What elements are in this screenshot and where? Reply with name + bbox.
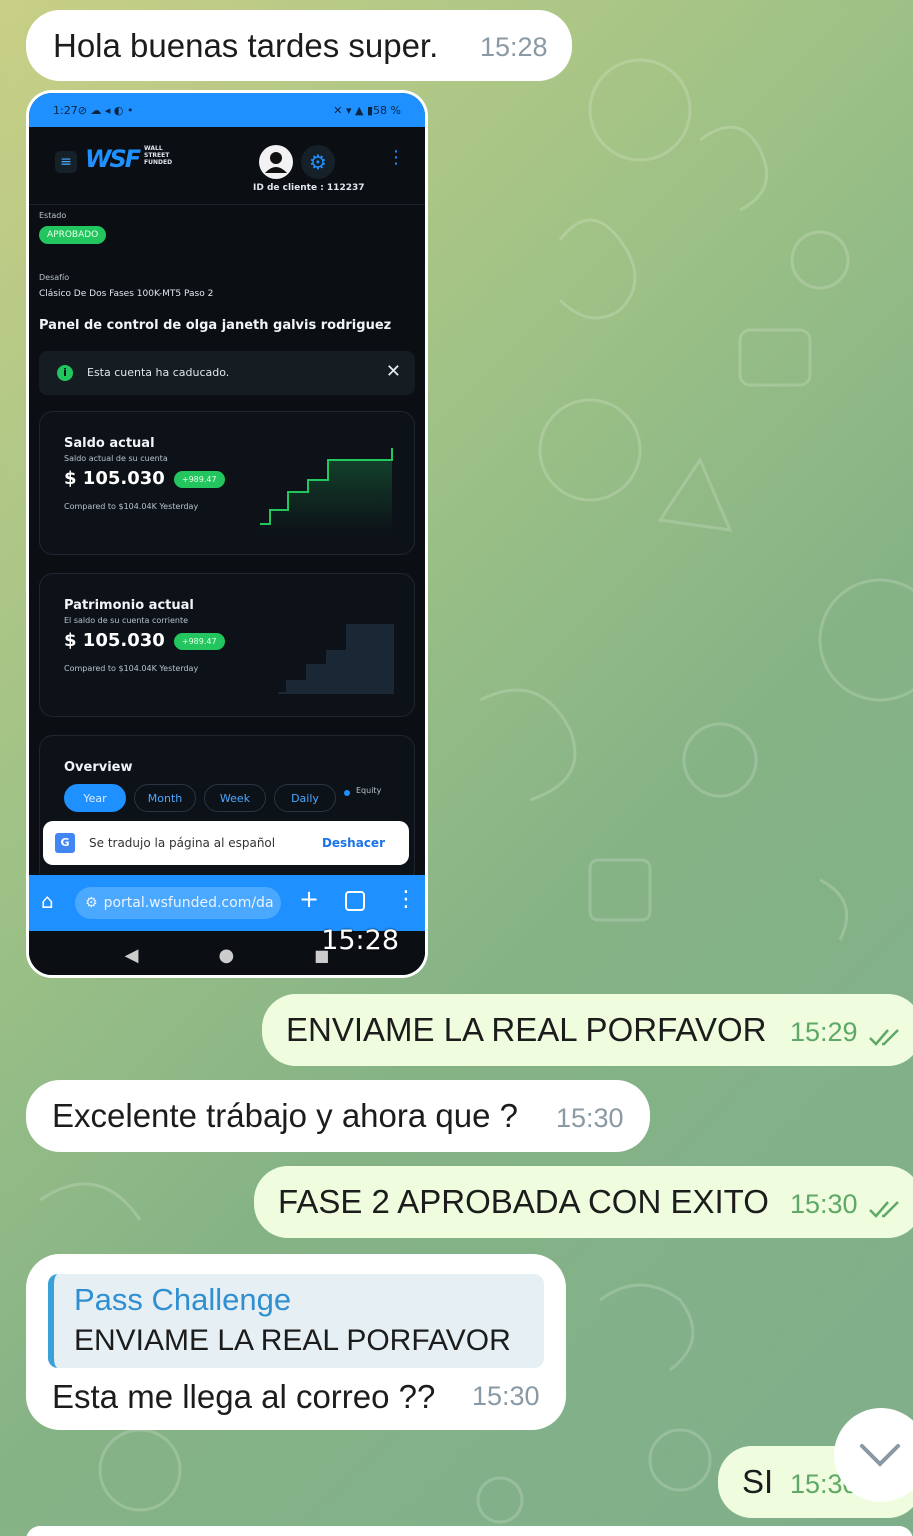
message-text: Excelente trábajo y ahora que ? <box>52 1097 518 1134</box>
balance-row: $ 105.030 +989.47 <box>64 468 225 489</box>
message-text: FASE 2 APROBADA CON EXITO <box>278 1183 769 1220</box>
message-time: 15:29 <box>790 1017 858 1047</box>
logo-tagline: WALL STREET FUNDED <box>144 145 173 166</box>
equity-amount: $ 105.030 <box>64 630 165 651</box>
incoming-message[interactable]: Hola buenas tardes super. 15:28 <box>26 10 572 81</box>
reply-text: ENVIAME LA REAL PORFAVOR <box>74 1324 511 1357</box>
tab-daily[interactable]: Daily <box>274 784 336 812</box>
wsf-logo: WSF <box>85 145 141 173</box>
user-avatar-icon[interactable] <box>259 145 293 179</box>
info-icon: i <box>57 365 73 381</box>
url-bar[interactable]: ⚙ portal.wsfunded.com/da <box>75 887 281 919</box>
home-nav-icon[interactable]: ● <box>219 945 235 966</box>
tab-week[interactable]: Week <box>204 784 266 812</box>
message-time: 15:28 <box>480 32 548 62</box>
legend-equity: Equity <box>356 786 382 795</box>
composer-bar-edge <box>26 1526 913 1536</box>
tab-month[interactable]: Month <box>134 784 196 812</box>
message-text: Esta me llega al correo ?? <box>52 1378 436 1415</box>
read-receipt-icon <box>869 1029 899 1046</box>
app-header: ≡ WSF WALL STREET FUNDED ⚙ ⋮ ID de clien… <box>29 127 425 205</box>
tabs-count-icon[interactable] <box>345 891 365 911</box>
more-options-icon[interactable]: ⋮ <box>387 147 405 168</box>
browser-toolbar: ⌂ ⚙ portal.wsfunded.com/da + ⋮ <box>29 875 425 931</box>
desafio-value: Clásico De Dos Fases 100K-MT5 Paso 2 <box>39 289 214 299</box>
back-icon[interactable]: ◀ <box>125 945 139 966</box>
range-tabs: Year Month Week Daily Equity <box>64 784 404 814</box>
equity-row: $ 105.030 +989.47 <box>64 630 225 651</box>
tab-year[interactable]: Year <box>64 784 126 812</box>
reply-author: Pass Challenge <box>74 1282 292 1317</box>
equity-card: Patrimonio actual El saldo de su cuenta … <box>39 573 415 717</box>
estado-label: Estado <box>39 211 67 220</box>
balance-sparkline <box>260 448 393 532</box>
reply-preview[interactable]: Pass Challenge ENVIAME LA REAL PORFAVOR <box>48 1274 544 1368</box>
balance-compare: Compared to $104.04K Yesterday <box>64 502 199 511</box>
browser-menu-icon[interactable]: ⋮ <box>395 887 417 912</box>
message-text: ENVIAME LA REAL PORFAVOR <box>286 1011 767 1048</box>
read-receipt-icon <box>869 1201 899 1218</box>
home-icon[interactable]: ⌂ <box>41 889 54 913</box>
equity-title: Patrimonio actual <box>64 598 194 613</box>
signal-icons: ✕ ▾ ▲ ▮ <box>333 103 374 117</box>
expired-alert: i Esta cuenta ha caducado. ✕ <box>39 351 415 395</box>
photo-message[interactable]: 1:27 ⊘ ☁ ◂ ◐ • ✕ ▾ ▲ ▮ 58 % ≡ WSF WALL S… <box>26 90 428 978</box>
translate-text: Se tradujo la página al español <box>89 836 276 850</box>
battery-level: 58 % <box>373 103 401 117</box>
scroll-down-button[interactable] <box>834 1408 913 1502</box>
equity-delta: +989.47 <box>173 633 225 650</box>
balance-delta: +989.47 <box>173 471 225 488</box>
settings-gear-icon[interactable]: ⚙ <box>301 145 335 179</box>
hamburger-menu-icon[interactable]: ≡ <box>55 151 77 173</box>
client-id: ID de cliente : 112237 <box>253 183 365 193</box>
message-time: 15:30 <box>790 1189 858 1219</box>
photo-time: 15:28 <box>321 925 399 956</box>
alert-text: Esta cuenta ha caducado. <box>87 366 230 379</box>
site-settings-icon: ⚙ <box>85 895 98 911</box>
status-icons: ⊘ ☁ ◂ ◐ • <box>77 103 134 117</box>
message-time: 15:30 <box>472 1381 540 1411</box>
overview-title: Overview <box>64 760 133 775</box>
outgoing-message[interactable]: FASE 2 APROBADA CON EXITO 15:30 <box>254 1166 913 1238</box>
equity-sparkline <box>278 624 394 694</box>
equity-subtitle: El saldo de su cuenta corriente <box>64 616 188 625</box>
chevron-down-icon <box>860 1444 900 1467</box>
url-text: portal.wsfunded.com/da <box>103 895 274 911</box>
balance-title: Saldo actual <box>64 436 155 451</box>
message-text: SI <box>742 1463 774 1500</box>
legend-dot-icon <box>344 790 350 796</box>
phone-status-bar: 1:27 ⊘ ☁ ◂ ◐ • ✕ ▾ ▲ ▮ 58 % <box>29 93 425 127</box>
undo-translate-button[interactable]: Deshacer <box>322 836 385 850</box>
desafio-label: Desafío <box>39 273 70 282</box>
message-time: 15:30 <box>556 1103 624 1133</box>
balance-amount: $ 105.030 <box>64 468 165 489</box>
balance-card: Saldo actual Saldo actual de su cuenta $… <box>39 411 415 555</box>
panel-title: Panel de control de olga janeth galvis r… <box>39 318 392 333</box>
close-icon[interactable]: ✕ <box>386 361 401 382</box>
translate-icon: G <box>55 833 75 853</box>
balance-subtitle: Saldo actual de su cuenta <box>64 454 168 463</box>
status-time: 1:27 <box>53 103 78 117</box>
new-tab-icon[interactable]: + <box>299 885 319 913</box>
incoming-message[interactable]: Excelente trábajo y ahora que ? 15:30 <box>26 1080 650 1152</box>
translate-toast: G Se tradujo la página al español Deshac… <box>43 821 409 865</box>
status-badge: APROBADO <box>39 226 107 244</box>
embedded-screenshot: 1:27 ⊘ ☁ ◂ ◐ • ✕ ▾ ▲ ▮ 58 % ≡ WSF WALL S… <box>29 93 425 975</box>
message-text: Hola buenas tardes super. <box>53 26 439 64</box>
outgoing-message[interactable]: ENVIAME LA REAL PORFAVOR 15:29 <box>262 994 913 1066</box>
incoming-message-reply[interactable]: Pass Challenge ENVIAME LA REAL PORFAVOR … <box>26 1254 566 1430</box>
equity-compare: Compared to $104.04K Yesterday <box>64 664 199 673</box>
